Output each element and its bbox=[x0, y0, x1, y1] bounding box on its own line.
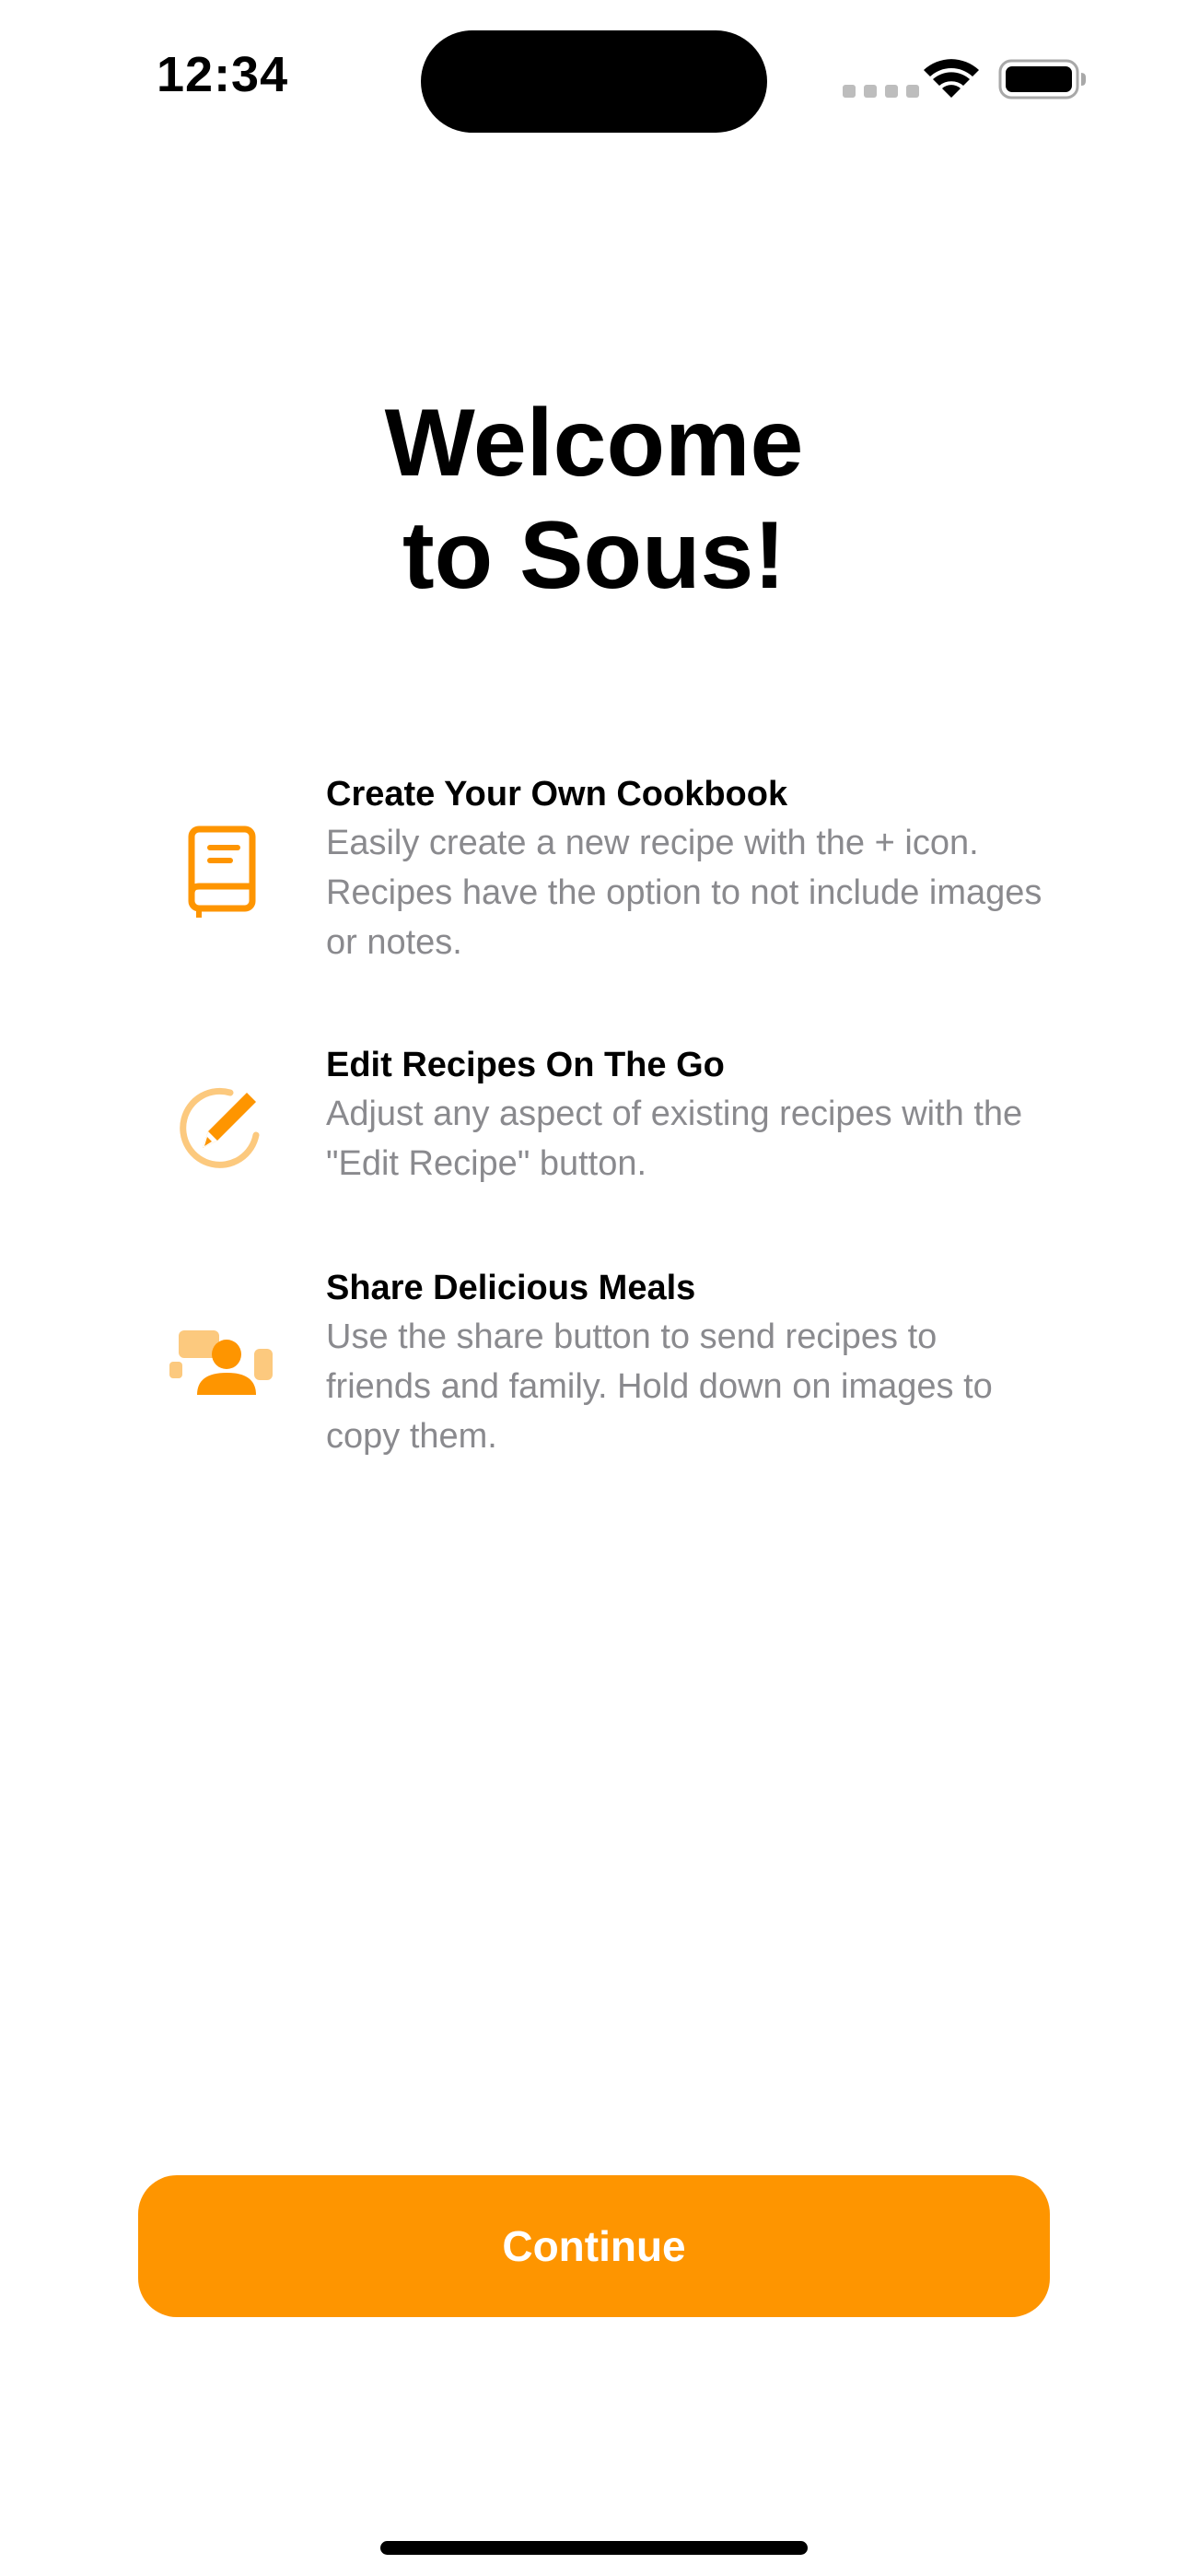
battery-icon bbox=[998, 59, 1086, 100]
cellular-signal-icon bbox=[843, 85, 919, 98]
home-indicator[interactable] bbox=[380, 2541, 808, 2555]
person-share-icon bbox=[169, 1330, 273, 1395]
status-time: 12:34 bbox=[157, 47, 289, 102]
feature-title: Share Delicious Meals bbox=[326, 1269, 696, 1307]
feature-description: Use the share button to send recipes to … bbox=[326, 1317, 993, 1456]
welcome-title: Welcome to Sous! bbox=[0, 387, 1188, 612]
welcome-title-line-1: Welcome bbox=[384, 390, 804, 497]
feature-text: Create Your Own Cookbook Easily create a… bbox=[326, 770, 1044, 967]
continue-button[interactable]: Continue bbox=[138, 2175, 1050, 2317]
feature-text: Share Delicious Meals Use the share butt… bbox=[326, 1264, 1044, 1461]
feature-text: Edit Recipes On The Go Adjust any aspect… bbox=[326, 1041, 1044, 1188]
feature-description: Easily create a new recipe with the + ic… bbox=[326, 824, 1042, 962]
feature-title: Edit Recipes On The Go bbox=[326, 1046, 725, 1084]
wifi-icon bbox=[924, 59, 979, 98]
book-icon bbox=[188, 825, 256, 918]
welcome-screen: 12:34 Welcome to Sous! Create Your Own C… bbox=[0, 0, 1188, 2576]
feature-description: Adjust any aspect of existing recipes wi… bbox=[326, 1095, 1023, 1183]
pencil-circle-icon bbox=[180, 1087, 260, 1168]
dynamic-island bbox=[421, 30, 767, 133]
feature-title: Create Your Own Cookbook bbox=[326, 775, 788, 814]
welcome-title-line-2: to Sous! bbox=[402, 502, 786, 609]
